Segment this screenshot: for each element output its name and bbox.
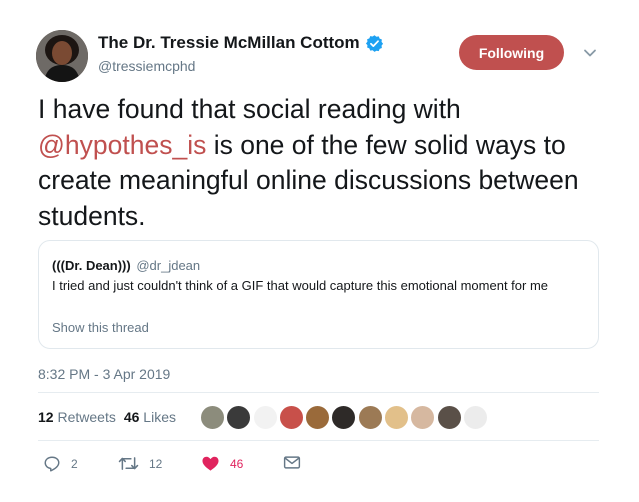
following-button[interactable]: Following [459,35,564,70]
quoted-tweet-text: I tried and just couldn't think of a GIF… [52,278,549,293]
author-name[interactable]: The Dr. Tressie McMillan Cottom [98,33,384,53]
likes-label[interactable]: Likes [143,409,176,425]
tweet-text: I have found that social reading with @h… [38,92,623,234]
liker-avatar[interactable] [305,405,331,430]
chevron-down-icon[interactable] [582,46,598,58]
liker-avatar[interactable] [278,405,304,430]
show-thread-link[interactable]: Show this thread [52,320,149,335]
retweet-button[interactable]: 12 [118,455,162,472]
author-handle[interactable]: @tressiemcphd [98,58,195,74]
tweet-timestamp[interactable]: 8:32 PM - 3 Apr 2019 [38,366,170,382]
liker-avatar[interactable] [252,405,278,430]
liker-avatar[interactable] [331,405,357,430]
like-button[interactable]: 46 [201,455,243,472]
divider [38,392,599,393]
reply-icon[interactable] [43,455,61,473]
divider [38,440,599,441]
likers-avatar-list [200,405,489,431]
likes-stat[interactable]: 46 Likes [124,409,176,425]
direct-message-button[interactable] [283,455,301,470]
heart-icon[interactable] [201,455,220,472]
author-name-text[interactable]: The Dr. Tressie McMillan Cottom [98,33,360,53]
reply-button[interactable]: 2 [43,455,78,473]
retweet-icon[interactable] [118,455,139,472]
like-count: 46 [230,456,244,471]
liker-avatar[interactable] [200,405,225,430]
tweet-actions: 2 12 46 [38,455,358,475]
author-avatar[interactable] [36,30,88,82]
mention-link[interactable]: @hypothes_is [38,130,206,160]
tweet-stats: 12 Retweets 46 Likes [38,409,176,425]
quoted-tweet-header: (((Dr. Dean))) @dr_jdean [52,258,200,273]
verified-badge-icon [365,34,384,53]
liker-avatar[interactable] [410,405,436,430]
tweet-text-start: I have found that social reading with [38,94,461,124]
retweets-stat[interactable]: 12 Retweets [38,409,116,425]
liker-avatar[interactable] [357,405,383,430]
retweets-label[interactable]: Retweets [57,409,115,425]
tweet-card: The Dr. Tressie McMillan Cottom @tressie… [0,0,639,502]
likes-count[interactable]: 46 [124,409,140,425]
quoted-author-name: (((Dr. Dean))) [52,258,131,273]
quoted-tweet[interactable]: (((Dr. Dean))) @dr_jdean I tried and jus… [38,240,599,349]
liker-avatar[interactable] [384,405,410,430]
liker-avatar[interactable] [462,405,488,430]
liker-avatar[interactable] [226,405,252,430]
retweet-count: 12 [149,456,163,471]
quoted-author-handle: @dr_jdean [136,258,201,273]
envelope-icon[interactable] [283,455,301,470]
retweets-count[interactable]: 12 [38,409,54,425]
reply-count: 2 [71,457,78,471]
liker-avatar[interactable] [436,405,462,430]
